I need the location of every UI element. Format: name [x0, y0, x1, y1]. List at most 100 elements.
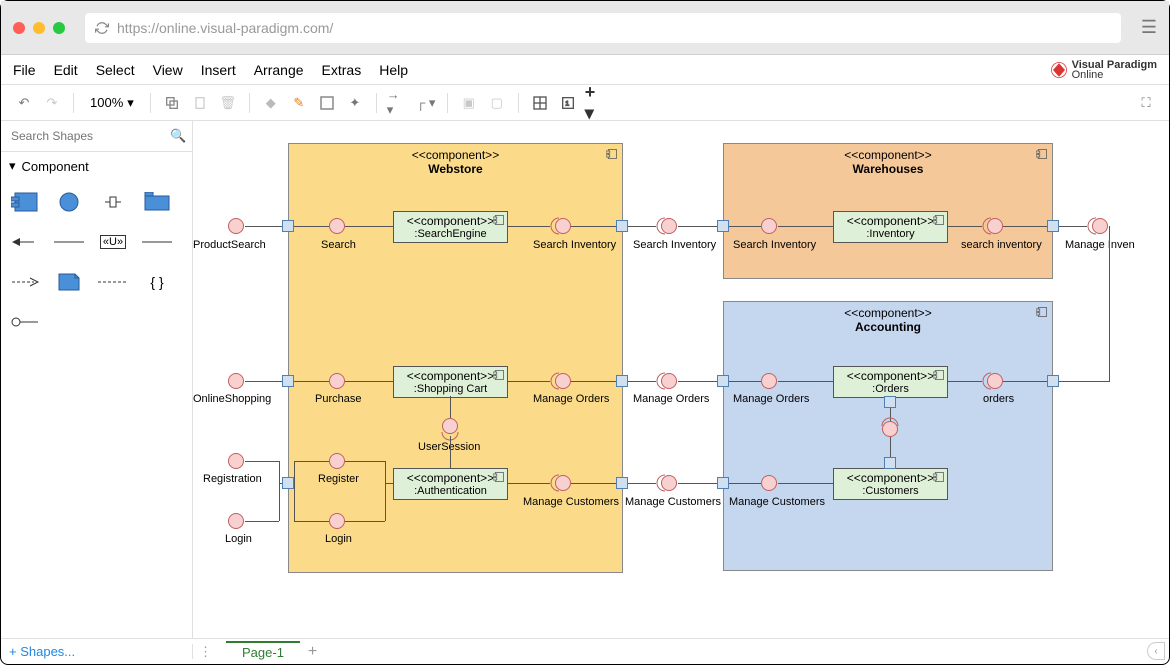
container-webstore[interactable]: <<component>>Webstore — [288, 143, 623, 573]
reload-icon[interactable] — [95, 21, 109, 35]
ball-mo2[interactable] — [661, 373, 677, 389]
shapes-button[interactable]: + Shapes... — [1, 644, 193, 659]
menu-view[interactable]: View — [153, 62, 183, 78]
ball-si2[interactable] — [661, 218, 677, 234]
redo-button[interactable]: ↷ — [41, 92, 63, 114]
comp-orders[interactable]: <<component>>:Orders — [833, 366, 948, 398]
page-tab-1[interactable]: Page-1 — [226, 641, 300, 662]
ball-oc[interactable] — [882, 421, 898, 437]
pencil-icon[interactable]: ✎ — [288, 92, 310, 114]
menu-file[interactable]: File — [13, 62, 36, 78]
comp-inventory[interactable]: <<component>>:Inventory — [833, 211, 948, 243]
sidebar: 🔍 ⋮ ▾ Component «U» { } — [1, 121, 193, 638]
paste-icon[interactable] — [189, 92, 211, 114]
hamburger-icon[interactable]: ☰ — [1141, 17, 1157, 38]
shape-constraint[interactable]: { } — [137, 264, 177, 300]
waypoint-icon[interactable]: ┌ ▾ — [415, 92, 437, 114]
menu-extras[interactable]: Extras — [322, 62, 362, 78]
ball-login[interactable] — [228, 513, 244, 529]
shape-assembly[interactable] — [49, 224, 89, 260]
ball-mi[interactable] — [1092, 218, 1108, 234]
menu-edit[interactable]: Edit — [54, 62, 78, 78]
zoom-selector[interactable]: 100% ▾ — [90, 95, 134, 111]
search-icon[interactable]: 🔍 — [170, 128, 186, 144]
shape-dashed[interactable] — [93, 264, 133, 300]
copy-icon[interactable] — [161, 92, 183, 114]
ball-product-search[interactable] — [228, 218, 244, 234]
url-bar[interactable]: https://online.visual-paradigm.com/ — [85, 13, 1121, 43]
port[interactable] — [616, 477, 628, 489]
undo-button[interactable]: ↶ — [13, 92, 35, 114]
menu-select[interactable]: Select — [96, 62, 135, 78]
port[interactable] — [717, 375, 729, 387]
port[interactable] — [282, 220, 294, 232]
menu-help[interactable]: Help — [379, 62, 408, 78]
shape-line2[interactable] — [137, 224, 177, 260]
port[interactable] — [616, 220, 628, 232]
fullscreen-icon[interactable]: ⛶ — [1135, 92, 1157, 114]
ball-mo1[interactable] — [555, 373, 571, 389]
shape-dependency[interactable] — [5, 264, 45, 300]
page-tabs: Page-1 + — [218, 641, 325, 662]
ball-si3[interactable] — [761, 218, 777, 234]
ball-login2[interactable] — [329, 513, 345, 529]
port[interactable] — [717, 220, 729, 232]
fill-icon[interactable]: ◆ — [260, 92, 282, 114]
port[interactable] — [282, 477, 294, 489]
add-page-button[interactable]: + — [308, 643, 317, 661]
shape-usage[interactable]: «U» — [93, 224, 133, 260]
bring-front-icon[interactable]: ▣ — [458, 92, 480, 114]
ball-mc3[interactable] — [761, 475, 777, 491]
ball-si1[interactable] — [555, 218, 571, 234]
ball-purchase[interactable] — [329, 373, 345, 389]
fit-icon[interactable] — [529, 92, 551, 114]
format-painter-icon[interactable]: ✦ — [344, 92, 366, 114]
rect-icon[interactable] — [316, 92, 338, 114]
add-icon[interactable]: + ▾ — [585, 92, 607, 114]
ball-register[interactable] — [329, 453, 345, 469]
shape-package[interactable] — [137, 184, 177, 220]
connector-icon[interactable]: → ▾ — [387, 92, 409, 114]
port[interactable] — [282, 375, 294, 387]
maximize-window[interactable] — [53, 22, 65, 34]
component-icon — [933, 369, 945, 381]
menu-arrange[interactable]: Arrange — [254, 62, 304, 78]
port[interactable] — [884, 457, 896, 469]
port[interactable] — [884, 396, 896, 408]
svg-text:1: 1 — [565, 100, 569, 107]
canvas[interactable]: <<component>>Webstore <<component>>Wareh… — [193, 121, 1169, 638]
shape-component[interactable] — [5, 184, 45, 220]
shape-note[interactable] — [49, 264, 89, 300]
expand-handle[interactable]: ‹ — [1147, 642, 1165, 660]
search-input[interactable] — [7, 125, 170, 147]
port[interactable] — [1047, 220, 1059, 232]
shape-lollipop[interactable] — [5, 304, 45, 340]
shape-interface[interactable] — [49, 184, 89, 220]
menu-insert[interactable]: Insert — [201, 62, 236, 78]
palette-header[interactable]: ▾ Component — [1, 152, 192, 180]
ball-mo3[interactable] — [761, 373, 777, 389]
ball-search[interactable] — [329, 218, 345, 234]
page-menu-icon[interactable]: ⋮ — [193, 644, 218, 660]
shape-provide[interactable] — [5, 224, 45, 260]
port[interactable] — [1047, 375, 1059, 387]
actual-size-icon[interactable]: 1 — [557, 92, 579, 114]
delete-icon[interactable]: 🗑 — [217, 92, 239, 114]
minimize-window[interactable] — [33, 22, 45, 34]
close-window[interactable] — [13, 22, 25, 34]
ball-si4[interactable] — [987, 218, 1003, 234]
ball-online-shopping[interactable] — [228, 373, 244, 389]
ball-mc1[interactable] — [555, 475, 571, 491]
ball-mc2[interactable] — [661, 475, 677, 491]
comp-search-engine[interactable]: <<component>>:SearchEngine — [393, 211, 508, 243]
shape-port[interactable] — [93, 184, 133, 220]
comp-customers[interactable]: <<component>>:Customers — [833, 468, 948, 500]
port[interactable] — [717, 477, 729, 489]
browser-bar: https://online.visual-paradigm.com/ ☰ — [1, 1, 1169, 55]
comp-shopping-cart[interactable]: <<component>>:Shopping Cart — [393, 366, 508, 398]
port[interactable] — [616, 375, 628, 387]
send-back-icon[interactable]: ▢ — [486, 92, 508, 114]
ball-o[interactable] — [987, 373, 1003, 389]
ball-registration[interactable] — [228, 453, 244, 469]
comp-authentication[interactable]: <<component>>:Authentication — [393, 468, 508, 500]
